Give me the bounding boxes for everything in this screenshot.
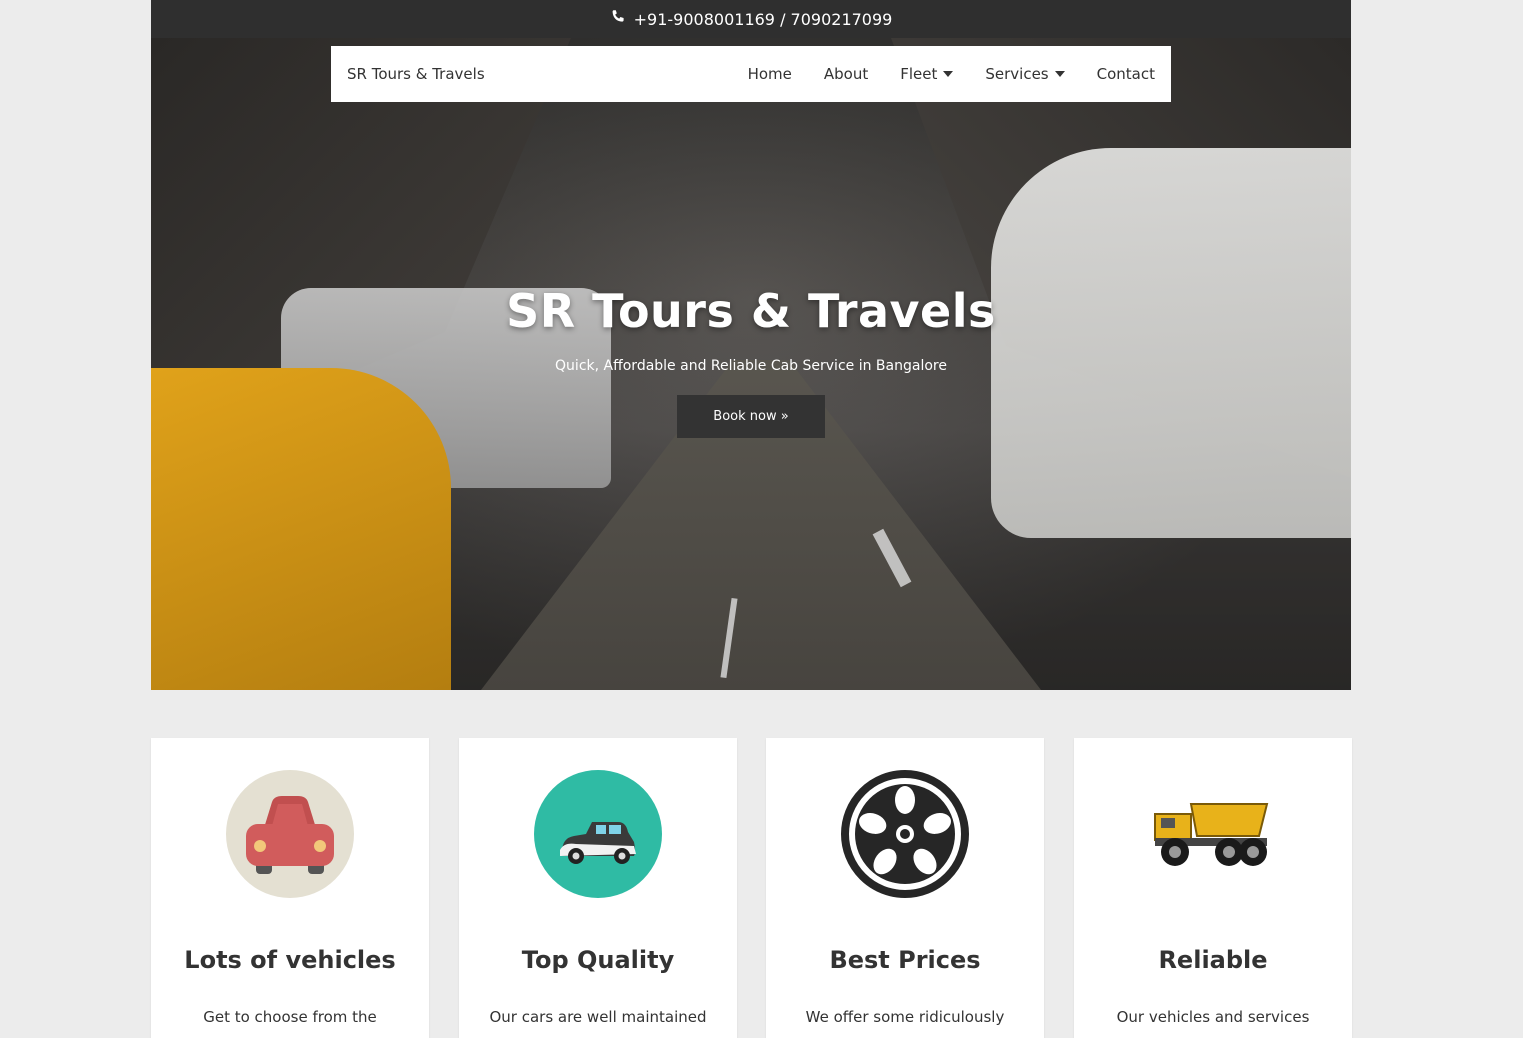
hero-bg-taxi <box>151 368 451 690</box>
feature-text: We offer some ridiculously <box>805 1008 1005 1026</box>
feature-title: Top Quality <box>521 946 675 974</box>
feature-title: Lots of vehicles <box>184 946 396 974</box>
nav-menu: Home About Fleet Services Contact <box>748 65 1155 83</box>
feature-title: Best Prices <box>829 946 981 974</box>
dump-truck-icon <box>1149 770 1277 898</box>
book-now-button[interactable]: Book now » <box>677 395 825 438</box>
nav-item-home[interactable]: Home <box>748 65 792 83</box>
hero-title: SR Tours & Travels <box>506 284 996 338</box>
feature-text: Get to choose from the <box>203 1008 377 1026</box>
car-icon <box>226 770 354 898</box>
hero-banner: SR Tours & Travels Home About Fleet Serv… <box>151 38 1351 690</box>
phone-bar: +91-9008001169 / 7090217099 <box>151 0 1351 38</box>
nav-item-contact[interactable]: Contact <box>1097 65 1155 83</box>
brand-link[interactable]: SR Tours & Travels <box>347 65 485 83</box>
caret-down-icon <box>943 71 954 77</box>
classic-car-icon <box>534 770 662 898</box>
phone-icon <box>610 9 626 29</box>
nav-item-label: Home <box>747 65 792 83</box>
hero-subtitle: Quick, Affordable and Reliable Cab Servi… <box>555 358 947 374</box>
nav-item-label: About <box>823 65 869 83</box>
nav-item-services[interactable]: Services <box>985 65 1065 83</box>
feature-text: Our vehicles and services <box>1116 1008 1310 1026</box>
nav-item-about[interactable]: About <box>824 65 868 83</box>
feature-card-prices: Best Prices We offer some ridiculously <box>766 738 1044 1038</box>
nav-item-fleet[interactable]: Fleet <box>900 65 954 83</box>
feature-card-quality: Top Quality Our cars are well maintained <box>459 738 737 1038</box>
navbar: SR Tours & Travels Home About Fleet Serv… <box>331 46 1171 102</box>
feature-text: Our cars are well maintained <box>489 1008 707 1026</box>
feature-card-reliable: Reliable Our vehicles and services <box>1074 738 1352 1038</box>
feature-title: Reliable <box>1158 946 1268 974</box>
nav-item-label: Fleet <box>900 65 938 83</box>
nav-item-label: Services <box>985 65 1049 83</box>
wheel-icon <box>841 770 969 898</box>
phone-numbers[interactable]: +91-9008001169 / 7090217099 <box>634 10 893 29</box>
feature-card-vehicles: Lots of vehicles Get to choose from the <box>151 738 429 1038</box>
hero-bg-bus <box>991 148 1351 538</box>
caret-down-icon <box>1054 71 1065 77</box>
nav-item-label: Contact <box>1096 65 1155 83</box>
